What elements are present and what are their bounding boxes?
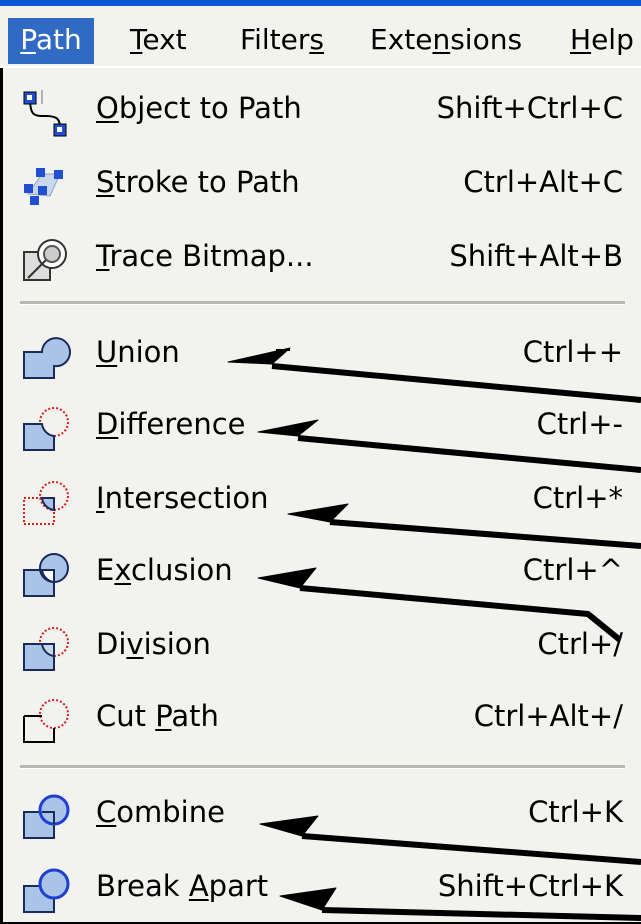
menu-item-label: Division bbox=[96, 627, 211, 661]
division-icon bbox=[20, 622, 72, 674]
menu-extensions-label: Extensions bbox=[370, 23, 523, 56]
menu-item-label: Difference bbox=[96, 407, 246, 441]
menu-text[interactable]: Text bbox=[130, 18, 187, 64]
menu-extensions[interactable]: Extensions bbox=[370, 18, 522, 64]
menu-item-shortcut: Ctrl+Alt+/ bbox=[473, 699, 623, 733]
menu-path-label: Path bbox=[20, 23, 82, 56]
menu-filters[interactable]: Filters bbox=[240, 18, 324, 64]
menu-item-label: Exclusion bbox=[96, 553, 233, 587]
menu-item-object-to-path[interactable]: Object to Path Shift+Ctrl+C bbox=[0, 74, 641, 146]
combine-icon bbox=[20, 790, 72, 842]
menu-item-label: Trace Bitmap... bbox=[96, 239, 314, 273]
menu-item-difference[interactable]: Difference Ctrl+- bbox=[0, 390, 641, 462]
menu-item-break-apart[interactable]: Break Apart Shift+Ctrl+K bbox=[0, 852, 641, 924]
menu-separator bbox=[20, 301, 625, 305]
difference-icon bbox=[20, 402, 72, 454]
menu-item-shortcut: Shift+Ctrl+C bbox=[436, 91, 623, 125]
menu-item-union[interactable]: Union Ctrl++ bbox=[0, 318, 641, 390]
object-to-path-icon bbox=[20, 86, 72, 138]
menu-item-combine[interactable]: Combine Ctrl+K bbox=[0, 778, 641, 850]
menu-item-shortcut: Shift+Alt+B bbox=[449, 239, 623, 273]
menu-item-shortcut: Shift+Ctrl+K bbox=[437, 869, 623, 903]
menu-help-label: Help bbox=[570, 23, 634, 56]
menu-item-stroke-to-path[interactable]: Stroke to Path Ctrl+Alt+C bbox=[0, 148, 641, 220]
menu-bar: Path Text Filters Extensions Help bbox=[0, 0, 641, 68]
break-apart-icon bbox=[20, 864, 72, 916]
menu-help[interactable]: Help bbox=[570, 18, 634, 64]
menu-item-shortcut: Ctrl+* bbox=[532, 481, 623, 515]
menu-item-exclusion[interactable]: Exclusion Ctrl+^ bbox=[0, 536, 641, 608]
union-icon bbox=[20, 330, 72, 382]
menu-path[interactable]: Path bbox=[8, 18, 94, 64]
menu-item-shortcut: Ctrl+Alt+C bbox=[463, 165, 623, 199]
menu-item-shortcut: Ctrl+K bbox=[528, 795, 623, 829]
menu-text-label: Text bbox=[130, 23, 187, 56]
menu-separator bbox=[20, 765, 625, 769]
menu-item-shortcut: Ctrl++ bbox=[522, 335, 623, 369]
menu-item-label: Union bbox=[96, 335, 180, 369]
menu-item-shortcut: Ctrl+^ bbox=[522, 553, 623, 587]
intersection-icon bbox=[20, 476, 72, 528]
menu-item-label: Cut Path bbox=[96, 699, 219, 733]
stroke-to-path-icon bbox=[20, 160, 72, 212]
menu-item-label: Stroke to Path bbox=[96, 165, 300, 199]
menu-item-label: Intersection bbox=[96, 481, 269, 515]
trace-bitmap-icon bbox=[20, 234, 72, 286]
cut-path-icon bbox=[20, 694, 72, 746]
menu-item-trace-bitmap[interactable]: Trace Bitmap... Shift+Alt+B bbox=[0, 222, 641, 294]
menu-filters-label: Filters bbox=[240, 23, 324, 56]
menu-item-shortcut: Ctrl+/ bbox=[537, 627, 623, 661]
menu-item-shortcut: Ctrl+- bbox=[536, 407, 623, 441]
menu-item-label: Break Apart bbox=[96, 869, 269, 903]
title-accent-strip bbox=[0, 0, 641, 6]
menu-item-cut-path[interactable]: Cut Path Ctrl+Alt+/ bbox=[0, 682, 641, 754]
exclusion-icon bbox=[20, 548, 72, 600]
menu-item-label: Object to Path bbox=[96, 91, 302, 125]
menu-item-division[interactable]: Division Ctrl+/ bbox=[0, 610, 641, 682]
menu-item-intersection[interactable]: Intersection Ctrl+* bbox=[0, 464, 641, 536]
menu-item-label: Combine bbox=[96, 795, 225, 829]
